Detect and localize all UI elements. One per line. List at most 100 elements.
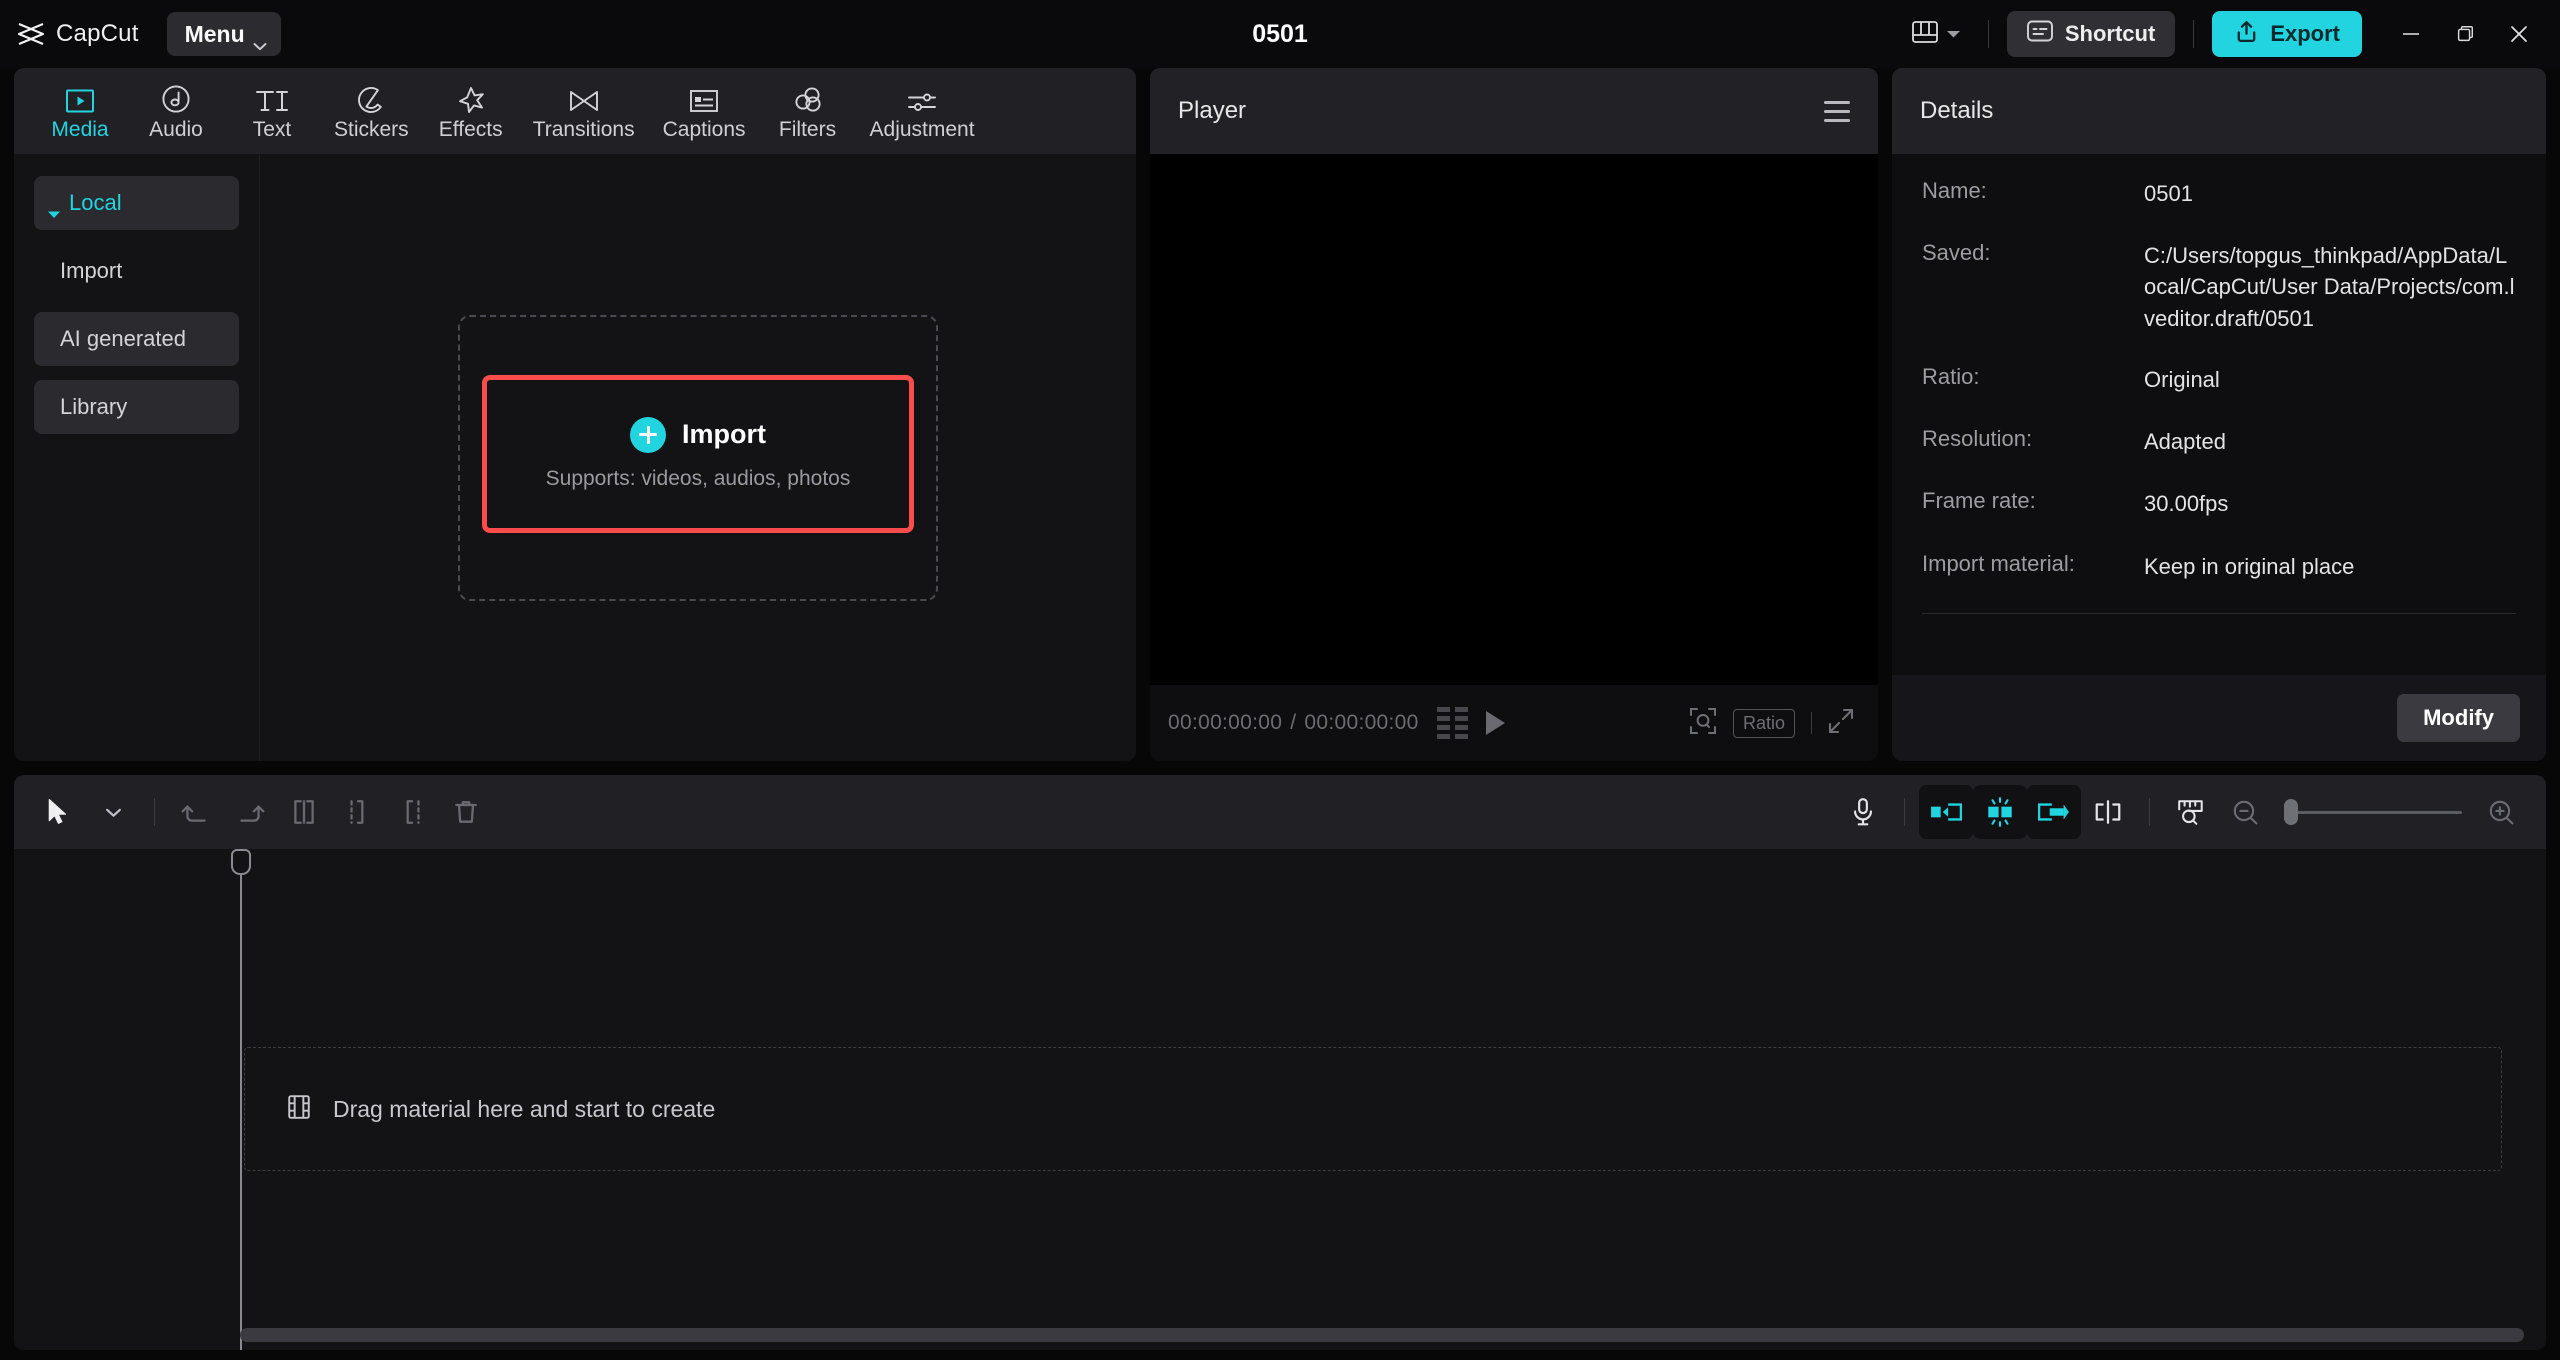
details-label: Resolution: [1922,426,2033,452]
sliders-icon [907,82,937,114]
timeline-panel: Drag material here and start to create [14,775,2546,1350]
tab-label: Captions [662,118,746,141]
timeline-ruler-button[interactable] [2164,785,2218,839]
layout-switch-button[interactable] [1902,15,1970,54]
auto-cut-start-button[interactable] [1919,785,1973,839]
zoom-in-button[interactable] [2474,785,2528,839]
auto-cut-end-button[interactable] [2027,785,2081,839]
timeline-canvas[interactable]: Drag material here and start to create [231,849,2546,1350]
time-separator: / [1290,711,1297,734]
transition-bowtie-icon [569,82,599,114]
ratio-button[interactable]: Ratio [1732,708,1795,738]
record-voiceover-button[interactable] [1836,785,1890,839]
playhead-handle[interactable] [231,849,251,875]
divider [1904,798,1905,826]
delete-right-button[interactable] [385,785,439,839]
tab-captions[interactable]: Captions [649,68,760,154]
select-cursor-tool[interactable] [32,785,86,839]
sidebar-item-label: Library [60,394,128,419]
shortcut-label: Shortcut [2064,21,2156,46]
storyboard-grid-icon[interactable] [1436,707,1468,739]
tab-filters[interactable]: Filters [760,68,856,154]
tab-stickers[interactable]: Stickers [320,68,423,154]
tab-label: Stickers [334,118,409,141]
player-current-time: 00:00:00:00 [1168,711,1283,734]
tab-audio[interactable]: Audio [128,68,224,154]
minimize-button[interactable] [2384,10,2438,58]
zoom-slider-track [2284,810,2462,814]
sidebar-item-ai-generated[interactable]: AI generated [34,312,239,366]
timeline-area: Drag material here and start to create [14,849,2546,1350]
delete-left-button[interactable] [331,785,385,839]
sidebar-item-local[interactable]: Local [34,176,239,230]
details-label: Frame rate: [1922,488,2036,514]
details-title: Details [1892,68,2546,154]
crop-focus-icon[interactable] [1689,707,1717,740]
close-button[interactable] [2492,10,2546,58]
redo-button[interactable] [223,785,277,839]
chevron-down-icon [253,30,267,50]
details-value: C:/Users/topgus_thinkpad/AppData/Local/C… [2144,243,2515,331]
tab-transitions[interactable]: Transitions [519,68,649,154]
timeline-playhead[interactable] [231,849,251,1350]
undo-button[interactable] [169,785,223,839]
import-button[interactable]: Import Supports: videos, audios, photos [482,374,914,533]
media-tab-bar: Media Audio Text Stickers Effects Transi… [14,68,1136,154]
menu-label: Menu [184,20,245,47]
export-button[interactable]: Export [2212,11,2362,57]
split-button[interactable] [277,785,331,839]
plus-circle-icon [630,416,666,453]
details-row-saved: Saved: C:/Users/topgus_thinkpad/AppData/… [1922,240,2516,334]
capcut-logo-icon [16,19,46,49]
app-name: CapCut [56,20,139,47]
media-body: Local Import AI generated Library Import… [14,154,1136,761]
timeline-toolbar [14,775,2546,849]
tab-label: Text [252,118,292,141]
timeline-drop-track[interactable]: Drag material here and start to create [244,1047,2502,1171]
tab-label: Transitions [532,118,635,141]
timeline-horizontal-scrollbar[interactable] [240,1328,2524,1342]
player-header: Player [1150,68,1878,154]
sidebar-item-import[interactable]: Import [34,244,239,298]
snap-toggle-button[interactable] [2081,785,2135,839]
divider [1987,20,1989,48]
tab-text[interactable]: Text [224,68,320,154]
shortcut-button[interactable]: Shortcut [2006,11,2176,57]
details-row-frame-rate: Frame rate: 30.00fps [1922,488,2516,519]
fullscreen-expand-icon[interactable] [1828,708,1854,739]
hamburger-icon[interactable] [1824,100,1850,122]
details-value: 0501 [2144,181,2193,206]
sidebar-item-label: Local [69,190,122,215]
maximize-button[interactable] [2438,10,2492,58]
details-value: Adapted [2144,429,2226,455]
zoom-out-button[interactable] [2218,785,2272,839]
zoom-slider-knob[interactable] [2284,799,2298,825]
delete-button[interactable] [439,785,493,839]
tab-effects[interactable]: Effects [423,68,519,154]
tab-label: Media [51,118,109,141]
play-icon[interactable] [1485,711,1505,735]
divider [154,798,155,826]
title-bar: CapCut Menu 0501 Shortcut Export [0,0,2560,68]
tool-dropdown[interactable] [86,785,140,839]
tab-media[interactable]: Media [32,68,128,154]
media-dropzone[interactable]: Import Supports: videos, audios, photos [458,314,938,601]
details-value: Keep in original place [2144,553,2355,579]
modify-button[interactable]: Modify [2397,694,2520,742]
music-note-icon [161,82,191,114]
triangle-down-icon [48,199,60,218]
upload-icon [2234,19,2259,50]
scrollbar-thumb[interactable] [240,1328,2524,1342]
sparkle-star-icon [456,82,486,114]
timeline-zoom-slider[interactable] [2284,799,2462,825]
menu-button[interactable]: Menu [166,12,281,56]
keyboard-icon [2026,20,2053,48]
details-value: 30.00fps [2144,491,2229,517]
sidebar-item-library[interactable]: Library [34,380,239,434]
tab-adjustment[interactable]: Adjustment [856,68,989,154]
auto-reframe-button[interactable] [1973,785,2027,839]
details-label: Ratio: [1922,363,1980,389]
player-preview-stage[interactable] [1150,154,1878,685]
tab-label: Filters [778,118,837,141]
tab-label: Adjustment [869,118,975,141]
